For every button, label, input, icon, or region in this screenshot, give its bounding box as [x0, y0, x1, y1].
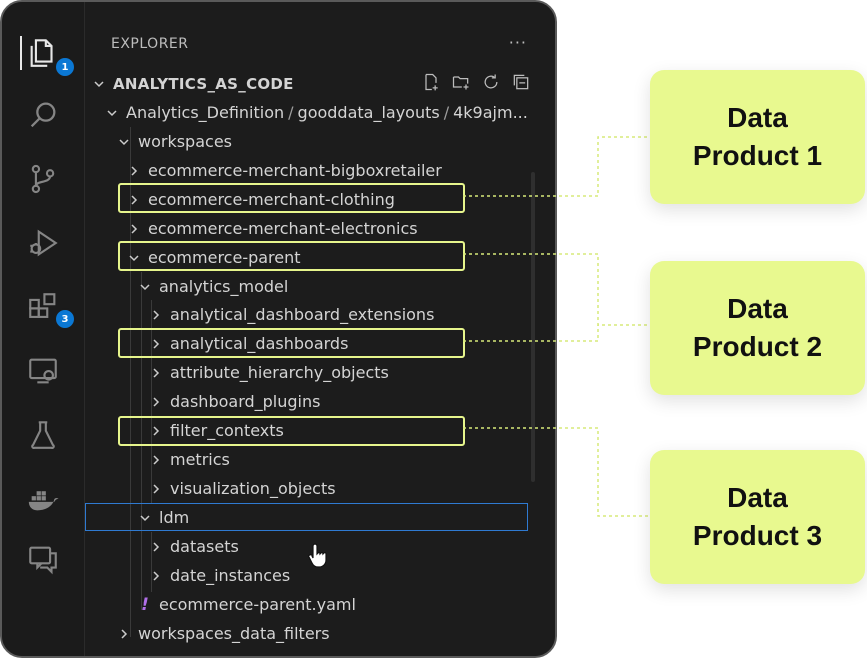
callout-line: Data — [727, 482, 788, 513]
callout-line: Product 1 — [692, 140, 823, 171]
callout-data-product-3: Data Product 3 — [650, 450, 865, 584]
callout-line: Data — [727, 102, 788, 133]
callout-data-product-2: Data Product 2 — [650, 261, 865, 395]
callout-line: Product 3 — [692, 520, 823, 551]
callout-line: Data — [727, 293, 788, 324]
callout-data-product-1: Data Product 1 — [650, 70, 865, 204]
callout-line: Product 2 — [692, 331, 823, 362]
